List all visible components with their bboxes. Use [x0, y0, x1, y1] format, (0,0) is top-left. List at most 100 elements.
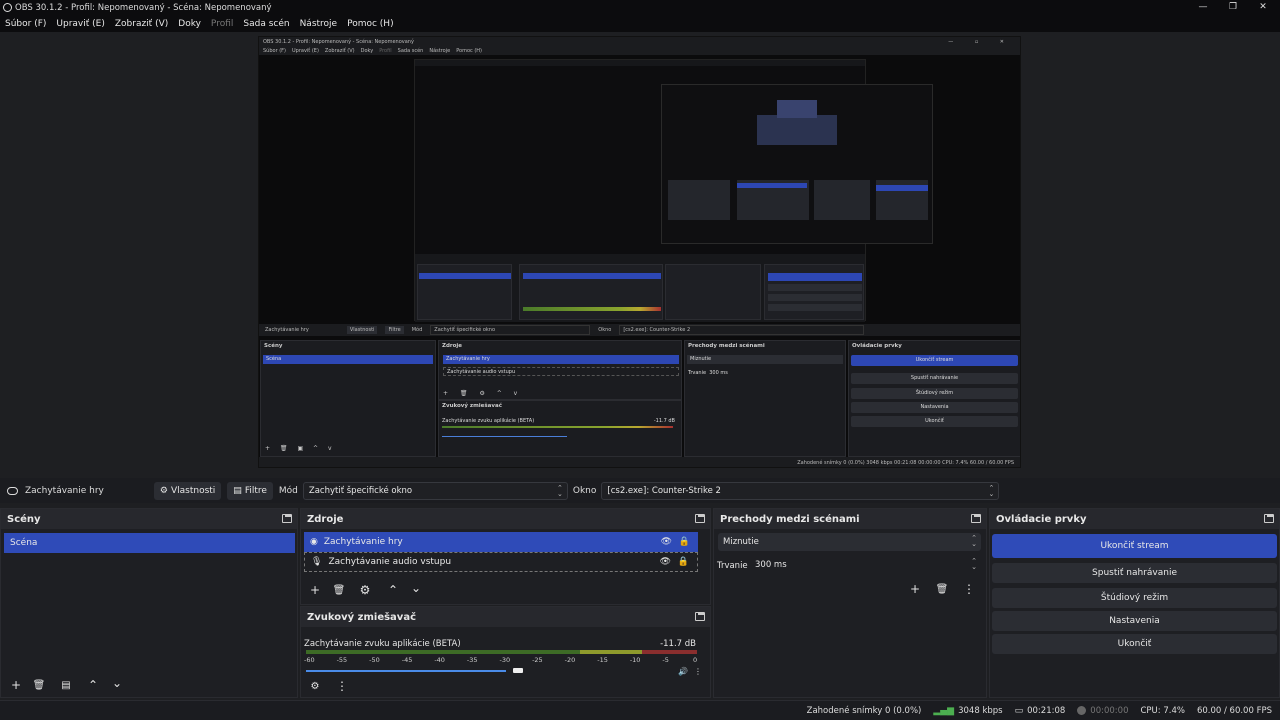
preview-menu-item: Profil	[379, 47, 392, 54]
meter-tick-label: -15	[597, 656, 608, 664]
preview-scenes-title: Scény	[264, 343, 283, 349]
spin-arrows-icon: ⌃ ⌄	[988, 483, 995, 498]
chevron-up-icon[interactable]: ⌃	[84, 676, 102, 694]
bitrate: ▂▄▆ 3048 kbps	[933, 706, 1002, 716]
meter-tick-label: -5	[662, 656, 669, 664]
meter-tick-label: 0	[693, 656, 698, 664]
preview-properties: Vlastnosti	[346, 326, 378, 334]
source-item[interactable]: ◉ Zachytávanie hry 👁 🔒	[304, 532, 698, 552]
chevron-down-icon[interactable]: ⌄	[108, 674, 126, 692]
transition-value: Miznutie	[723, 537, 759, 547]
nested-preview-level2	[661, 84, 933, 244]
preview-transitions-dock: Prechody medzi scénami Miznutie Trvanie …	[684, 340, 846, 457]
preview-scene-item: Scéna	[263, 355, 433, 364]
preview-menu-item: Nástroje	[429, 47, 451, 54]
exit-label: Ukončiť	[1117, 639, 1152, 649]
stop-streaming-button[interactable]: Ukončiť stream	[992, 534, 1277, 558]
menu-tools[interactable]: Nástroje	[300, 19, 338, 29]
preview-menu-item: Sada scén	[397, 47, 424, 54]
broadcast-icon: ▭	[1014, 705, 1024, 716]
undock-icon[interactable]	[695, 514, 705, 523]
source-item[interactable]: 🎙 Zachytávanie audio vstupu 👁 🔒	[304, 552, 698, 572]
meter-tick-label: -35	[466, 656, 478, 664]
eye-icon[interactable]: 👁	[661, 537, 672, 547]
scene-item[interactable]: Scéna	[4, 533, 295, 553]
trash-icon[interactable]: 🗑	[30, 676, 48, 694]
preview-controls-title: Ovládacie prvky	[852, 343, 902, 349]
properties-button[interactable]: ⚙ Vlastnosti	[153, 481, 222, 500]
mixer-title: Zvukový zmiešavač	[307, 611, 417, 623]
source-toolbar: Zachytávanie hry ⚙ Vlastnosti ▤ Filtre M…	[0, 478, 1280, 503]
lock-icon[interactable]: 🔒	[679, 537, 690, 547]
filter-icon[interactable]: ▤	[57, 676, 75, 694]
preview-mixer-title: Zvukový zmiešavač	[442, 403, 502, 409]
spin-arrows-icon: ⌃ ⌄	[971, 534, 977, 548]
mode-select[interactable]: Zachytiť špecifické okno ⌃ ⌄	[302, 481, 568, 500]
preview-title: OBS 30.1.2 - Profil: Nepomenovaný - Scén…	[263, 38, 414, 45]
restore-icon[interactable]: ❐	[1218, 0, 1248, 14]
undock-icon[interactable]	[971, 514, 981, 523]
advanced-audio-icon[interactable]: ⚙	[306, 677, 324, 695]
start-recording-button[interactable]: Spustiť nahrávanie	[992, 563, 1277, 583]
undock-icon[interactable]	[282, 514, 292, 523]
trash-icon[interactable]: 🗑	[933, 580, 951, 598]
menu-scene-collection[interactable]: Sada scén	[243, 19, 289, 29]
mode-label: Mód	[278, 485, 298, 496]
chevron-up-icon[interactable]: ⌃	[384, 581, 402, 599]
menu-dots-icon[interactable]: ⋮	[694, 667, 702, 676]
mixer-channel-name: Zachytávanie zvuku aplikácie (BETA)	[304, 639, 461, 649]
filters-button[interactable]: ▤ Filtre	[227, 481, 273, 500]
preview-source-1: Zachytávanie hry	[443, 355, 679, 364]
add-icon[interactable]: +	[306, 581, 324, 599]
duration-spinbox[interactable]: 300 ms ⌃ ⌄	[750, 556, 981, 574]
signal-bars-icon: ▂▄▆	[933, 705, 955, 716]
menu-edit[interactable]: Upraviť (E)	[56, 19, 104, 29]
undock-icon[interactable]	[1264, 514, 1274, 523]
cpu-text: CPU: 7.4%	[1140, 705, 1185, 716]
chevron-down-icon[interactable]: ⌄	[407, 579, 425, 597]
speaker-icon[interactable]: 🔊	[678, 667, 688, 676]
minimize-icon[interactable]: —	[1188, 0, 1218, 14]
menu-dots-icon[interactable]: ⋮	[960, 580, 978, 598]
record-icon	[1077, 706, 1087, 715]
undock-icon[interactable]	[695, 612, 705, 621]
preview-scenes-dock: Scény Scéna + 🗑 ▣ ^ v	[260, 340, 436, 457]
close-icon[interactable]: ✕	[1248, 0, 1278, 14]
trash-icon[interactable]: 🗑	[330, 581, 348, 599]
menu-file[interactable]: Súbor (F)	[5, 19, 46, 29]
menu-profile[interactable]: Profil	[211, 19, 233, 29]
preview-ctrl-settings: Nastavenia	[851, 402, 1018, 413]
add-icon[interactable]: +	[7, 676, 25, 694]
meter-tick-label: -40	[434, 656, 445, 664]
controls-title: Ovládacie prvky	[996, 513, 1087, 525]
settings-button[interactable]: Nastavenia	[992, 611, 1277, 631]
scenes-dock: Scény Scéna + 🗑 ▤ ⌃ ⌄	[0, 508, 298, 698]
preview-window-label: Okno	[598, 327, 612, 333]
menu-bar: Súbor (F) Upraviť (E) Zobraziť (V) Doky …	[0, 15, 1280, 32]
preview-duration-value: 300 ms	[709, 370, 728, 376]
menu-view[interactable]: Zobraziť (V)	[115, 19, 168, 29]
program-preview[interactable]: OBS 30.1.2 - Profil: Nepomenovaný - Scén…	[258, 36, 1021, 468]
lock-icon[interactable]: 🔒	[678, 557, 689, 567]
studio-mode-button[interactable]: Štúdiový režim	[992, 588, 1277, 608]
audio-mixer-dock: Zvukový zmiešavač Zachytávanie zvuku apl…	[300, 606, 711, 698]
menu-help[interactable]: Pomoc (H)	[347, 19, 394, 29]
window-select[interactable]: [cs2.exe]: Counter-Strike 2 ⌃ ⌄	[601, 481, 1000, 500]
preview-source-name: Zachytávanie hry	[265, 327, 309, 333]
eye-icon[interactable]: 👁	[660, 557, 671, 567]
gear-icon[interactable]: ⚙	[356, 581, 374, 599]
preview-menu-item: Súbor (F)	[263, 47, 286, 54]
volume-slider-handle[interactable]	[512, 668, 523, 673]
obs-logo-icon	[3, 3, 12, 12]
bitrate-text: 3048 kbps	[958, 705, 1003, 716]
add-icon[interactable]: +	[906, 580, 924, 598]
volume-slider-track[interactable]	[306, 670, 506, 672]
duration-label: Trvanie	[717, 561, 748, 571]
gamepad-icon: ◉	[310, 537, 318, 547]
exit-button[interactable]: Ukončiť	[992, 634, 1277, 654]
sources-dock-header: Zdroje	[301, 509, 710, 529]
menu-dots-icon[interactable]: ⋮	[333, 677, 351, 695]
menu-docks[interactable]: Doky	[178, 19, 201, 29]
preview-mixer-channel: Zachytávanie zvuku aplikácie (BETA)	[442, 418, 535, 424]
transition-select[interactable]: Miznutie ⌃ ⌄	[718, 533, 981, 551]
